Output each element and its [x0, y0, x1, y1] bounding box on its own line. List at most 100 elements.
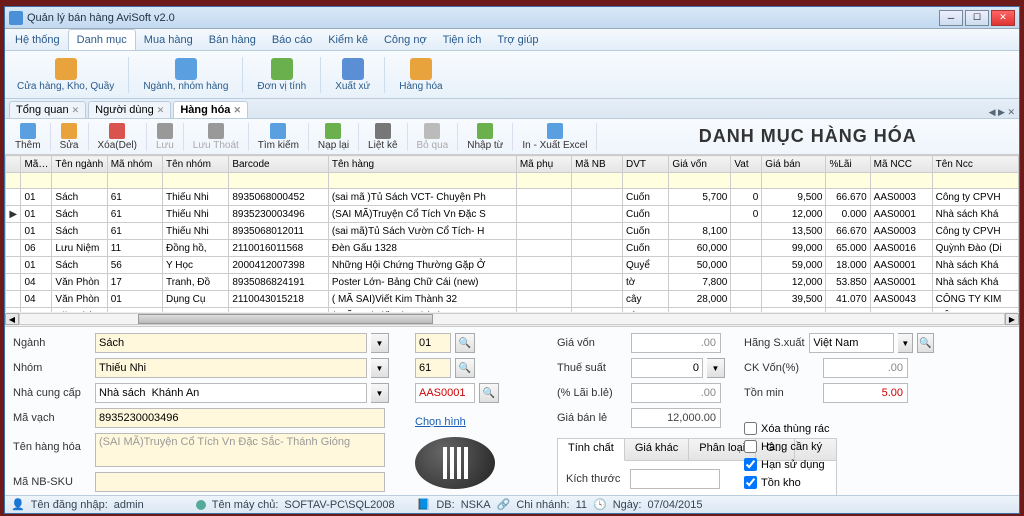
close-button[interactable]: ✕	[991, 10, 1015, 26]
toolbtn-9[interactable]: Nhập từ	[461, 122, 509, 152]
toolbtn-10[interactable]: In - Xuất Excel	[516, 122, 593, 152]
menu-danh mục[interactable]: Danh mục	[68, 29, 136, 50]
rtab-0[interactable]: Tính chất	[558, 439, 625, 461]
ribbon-4[interactable]: Hàng hóa	[393, 56, 448, 94]
tab-Hàng hóa[interactable]: Hàng hóa✕	[173, 101, 248, 118]
menu-mua hàng[interactable]: Mua hàng	[136, 29, 201, 50]
horizontal-scrollbar[interactable]: ◀ ▶	[5, 312, 1019, 326]
code-nhom[interactable]	[415, 358, 451, 378]
table-row[interactable]: 01Sách56Y Học2000412007398Những Hội Chứn…	[6, 257, 1019, 274]
minimize-button[interactable]: ─	[939, 10, 963, 26]
check-tonkho[interactable]	[744, 476, 757, 489]
col-header[interactable]: Tên ngành	[52, 156, 107, 173]
table-row[interactable]: ▶01Sách61Thiếu Nhi8935230003496(SAI MÃ)T…	[6, 206, 1019, 223]
table-row[interactable]: 04Văn Phòn17Tranh, Đồ8935086824191Poster…	[6, 274, 1019, 291]
input-mavach[interactable]	[95, 408, 385, 428]
menu-trợ giúp[interactable]: Trợ giúp	[489, 29, 546, 50]
tab-nav[interactable]: ◀ ▶ ✕	[989, 107, 1019, 118]
label-nhom: Nhóm	[13, 362, 91, 374]
table-row[interactable]: 01Sách61Thiếu Nhi8935068012011(sai mã)Tủ…	[6, 223, 1019, 240]
status-host-icon	[196, 500, 206, 510]
dropdown-nhom[interactable]: ▼	[371, 358, 389, 378]
col-header[interactable]: Barcode	[229, 156, 329, 173]
code-nganh[interactable]	[415, 333, 451, 353]
col-header[interactable]: %Lãi	[826, 156, 870, 173]
status-branch-icon: 🔗	[497, 498, 511, 511]
ribbon: Cửa hàng, Kho, Quầy Ngành, nhóm hàng Đơn v…	[5, 51, 1019, 99]
ribbon-0[interactable]: Cửa hàng, Kho, Quầy	[11, 56, 120, 94]
toolbtn-1[interactable]: Sửa	[54, 122, 85, 152]
status-date-value: 07/04/2015	[647, 499, 702, 511]
input-kichthuoc[interactable]	[630, 469, 720, 489]
col-header[interactable]: Giá vốn	[669, 156, 731, 173]
statusbar: 👤 Tên đăng nhập: admin Tên máy chủ: SOFT…	[5, 495, 1019, 513]
input-nganh[interactable]	[95, 333, 367, 353]
menu-báo cáo[interactable]: Báo cáo	[264, 29, 320, 50]
col-header[interactable]: Vat	[731, 156, 762, 173]
toolbtn-6[interactable]: Nạp lại	[312, 122, 355, 152]
col-header[interactable]: Tên Ncc	[932, 156, 1018, 173]
code-ncc[interactable]	[415, 383, 475, 403]
input-manb[interactable]	[95, 472, 385, 492]
dropdown-nganh[interactable]: ▼	[371, 333, 389, 353]
col-header[interactable]: Mã NB	[572, 156, 623, 173]
input-nhom[interactable]	[95, 358, 367, 378]
col-header[interactable]: Tên nhóm	[162, 156, 228, 173]
value-giavon: .00	[631, 333, 721, 353]
value-ckvon: .00	[823, 358, 908, 378]
input-tenhang[interactable]	[95, 433, 385, 467]
toolbtn-2[interactable]: Xóa(Del)	[92, 122, 143, 152]
menu-kiểm kê[interactable]: Kiểm kê	[320, 29, 376, 50]
search-ncc-button[interactable]: 🔍	[479, 383, 499, 403]
menu-công nợ[interactable]: Công nợ	[376, 29, 435, 50]
label-lai: (% Lãi b.lẻ)	[557, 387, 627, 399]
input-hangsx[interactable]	[809, 333, 894, 353]
search-hangsx[interactable]: 🔍	[917, 333, 934, 353]
col-header[interactable]: Mã phụ	[516, 156, 571, 173]
check-xoa[interactable]	[744, 422, 757, 435]
toolbtn-0[interactable]: Thêm	[9, 122, 47, 152]
rtab-1[interactable]: Giá khác	[625, 439, 689, 460]
toolbtn-5[interactable]: Tìm kiếm	[252, 122, 305, 152]
search-nganh-button[interactable]: 🔍	[455, 333, 475, 353]
search-nhom-button[interactable]: 🔍	[455, 358, 475, 378]
toolbtn-7[interactable]: Liệt kê	[362, 122, 403, 152]
data-grid[interactable]: Mã ngànTên ngànhMã nhómTên nhómBarcodeTê…	[5, 155, 1019, 327]
col-header[interactable]: Giá bán	[762, 156, 826, 173]
ribbon-1[interactable]: Ngành, nhóm hàng	[137, 56, 234, 94]
tab-Tổng quan[interactable]: Tổng quan✕	[9, 101, 86, 118]
choose-image-link[interactable]: Chọn hình	[415, 416, 545, 428]
col-header[interactable]: Mã ngàn	[21, 156, 52, 173]
label-mavach: Mã vạch	[13, 412, 91, 424]
check-hansudung[interactable]	[744, 458, 757, 471]
input-ncc[interactable]	[95, 383, 367, 403]
dropdown-thuesuat[interactable]: ▼	[707, 358, 725, 378]
col-header[interactable]: Tên hàng	[328, 156, 516, 173]
col-header[interactable]: Mã nhóm	[107, 156, 162, 173]
input-thuesuat[interactable]	[631, 358, 703, 378]
check-hangcanky[interactable]	[744, 440, 757, 453]
maximize-button[interactable]: ☐	[965, 10, 989, 26]
toolbtn-4: Lưu Thoát	[187, 122, 245, 152]
tab-Người dùng[interactable]: Người dùng✕	[88, 101, 171, 118]
window-title: Quản lý bán hàng AviSoft v2.0	[27, 12, 939, 24]
label-tenhang: Tên hàng hóa	[13, 433, 91, 453]
table-row[interactable]: 01Sách61Thiếu Nhi8935068000452(sai mã )T…	[6, 189, 1019, 206]
table-row[interactable]: 04Văn Phòn01Dụng Cụ2110043015218( MÃ SAI…	[6, 291, 1019, 308]
dropdown-hangsx[interactable]: ▼	[898, 333, 913, 353]
dropdown-ncc[interactable]: ▼	[371, 383, 389, 403]
ribbon-2[interactable]: Đơn vị tính	[251, 56, 312, 94]
label-ncc: Nhà cung cấp	[13, 387, 91, 399]
col-header[interactable]: DVT	[622, 156, 668, 173]
table-row[interactable]: 06Lưu Niệm11Đồng hồ,2110016011568Đèn Gấu…	[6, 240, 1019, 257]
menu-bán hàng[interactable]: Bán hàng	[201, 29, 264, 50]
menu-hệ thống[interactable]: Hệ thống	[7, 29, 68, 50]
app-icon	[9, 11, 23, 25]
toolbtn-8: Bỏ qua	[411, 122, 455, 152]
menu-tiện ích[interactable]: Tiện ích	[435, 29, 490, 50]
col-header[interactable]: Mã NCC	[870, 156, 932, 173]
detail-form: Ngành ▼ Nhóm ▼ Nhà cung cấp ▼ Mã vạch Tê…	[5, 327, 1019, 495]
ribbon-3[interactable]: Xuất xứ	[329, 56, 376, 94]
value-giabanle: 12,000.00	[631, 408, 721, 428]
label-manb: Mã NB-SKU	[13, 476, 91, 488]
